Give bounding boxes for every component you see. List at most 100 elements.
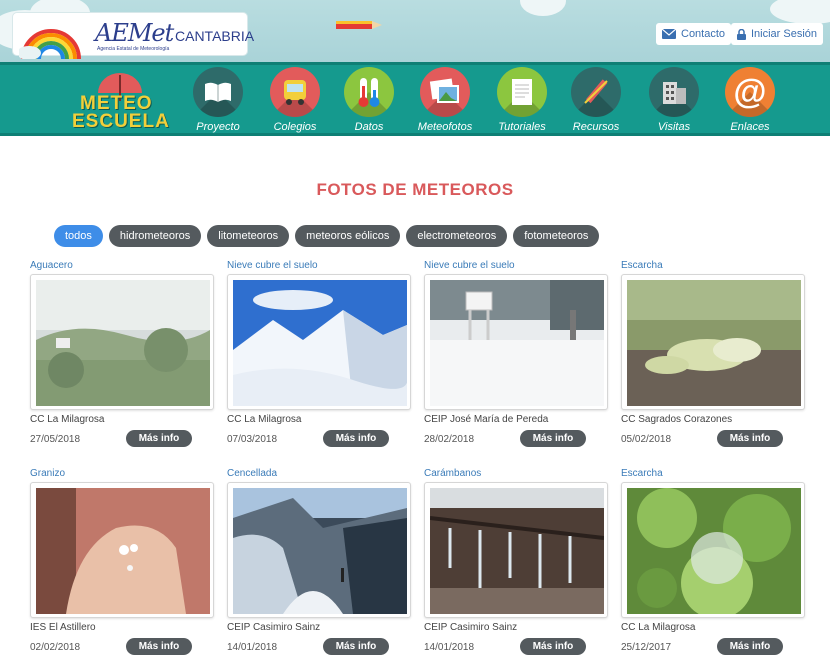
photo-date: 07/03/2018 (227, 434, 278, 445)
photo-category[interactable]: Escarcha (621, 468, 663, 479)
photo-image (627, 280, 801, 406)
contact-button[interactable]: Contacto (656, 23, 732, 45)
filter-litometeoros[interactable]: litometeoros (207, 225, 290, 247)
photo-card: Granizo IES El Astillero 02/02/2018 Más … (30, 468, 214, 658)
photo-school: CEIP Casimiro Sainz (227, 622, 321, 633)
more-info-button[interactable]: Más info (520, 638, 586, 655)
photo-thumbnail[interactable] (227, 482, 411, 618)
photo-school: CC La Milagrosa (30, 414, 105, 425)
photo-school: CC La Milagrosa (227, 414, 302, 425)
photo-date: 28/02/2018 (424, 434, 475, 445)
photo-card: Escarcha CC Sagrados Corazones 05/02/201… (621, 260, 805, 450)
pencil-decoration-icon (336, 21, 382, 29)
nav-label: Tutoriales (498, 121, 546, 133)
nav-item-enlaces[interactable]: @ Enlaces (712, 67, 788, 137)
more-info-button[interactable]: Más info (126, 430, 192, 447)
photo-date: 27/05/2018 (30, 434, 81, 445)
nav-label: Proyecto (196, 121, 240, 133)
photo-card: Nieve cubre el suelo CC La Milagrosa 07/… (227, 260, 411, 450)
photo-category[interactable]: Granizo (30, 468, 65, 479)
more-info-button[interactable]: Más info (323, 638, 389, 655)
photo-thumbnail[interactable] (621, 482, 805, 618)
nav-item-meteofotos[interactable]: Meteofotos (407, 67, 483, 137)
photo-image (627, 488, 801, 614)
filter-meteoros-eolicos[interactable]: meteoros eólicos (295, 225, 401, 247)
photo-image (430, 488, 604, 614)
photo-category[interactable]: Carámbanos (424, 468, 481, 479)
meteoescuela-logo[interactable]: METEO ESCUELA (72, 71, 172, 132)
nav-item-colegios[interactable]: Colegios (257, 67, 333, 137)
photo-thumbnail[interactable] (30, 274, 214, 410)
photo-date: 05/02/2018 (621, 434, 672, 445)
photo-card: Escarcha CC La Milagrosa 25/12/2017 Más … (621, 468, 805, 658)
photo-card: Nieve cubre el suelo CEIP José María de … (424, 260, 608, 450)
photo-thumbnail[interactable] (424, 274, 608, 410)
photo-image (36, 280, 210, 406)
nav-item-recursos[interactable]: Recursos (558, 67, 634, 137)
photo-date: 02/02/2018 (30, 642, 81, 653)
logo-text-escuela: ESCUELA (72, 111, 170, 132)
nav-label: Colegios (273, 121, 317, 133)
brand-name: AEMet (95, 19, 174, 47)
photo-category[interactable]: Aguacero (30, 260, 73, 271)
photo-card: Carámbanos CEIP Casimiro Sainz 14/01/201… (424, 468, 608, 658)
photo-category[interactable]: Nieve cubre el suelo (227, 260, 318, 271)
more-info-button[interactable]: Más info (717, 638, 783, 655)
filter-todos[interactable]: todos (54, 225, 103, 247)
nav-label: Recursos (572, 121, 620, 133)
login-button[interactable]: Iniciar Sesión (731, 23, 824, 45)
photo-card: Cencellada CEIP Casimiro Sainz 14/01/201… (227, 468, 411, 658)
page-title: FOTOS DE METEOROS (316, 180, 514, 199)
photo-thumbnail[interactable] (30, 482, 214, 618)
rainbow-icon (19, 29, 81, 59)
contact-label: Contacto (681, 28, 726, 40)
filter-bar: todos hidrometeoros litometeoros meteoro… (54, 225, 600, 247)
photo-card: Aguacero CC La Milagrosa 27/05/2018 Más … (30, 260, 214, 450)
filter-fotometeoros[interactable]: fotometeoros (513, 225, 600, 247)
region-name: CANTABRIA (175, 28, 255, 44)
school-bus-icon (270, 67, 320, 117)
photo-school: CC Sagrados Corazones (621, 414, 733, 425)
thermometer-icon (344, 67, 394, 117)
nav-label: Visitas (657, 121, 691, 133)
at-icon: @ (725, 67, 775, 117)
cloud-decoration (770, 0, 830, 24)
top-bar: AEMet Agencia Estatal de Meteorología CA… (0, 0, 830, 62)
lock-icon (737, 28, 746, 40)
nav-item-proyecto[interactable]: Proyecto (180, 67, 256, 137)
photo-category[interactable]: Nieve cubre el suelo (424, 260, 515, 271)
nav-label: Datos (354, 121, 384, 133)
photo-thumbnail[interactable] (621, 274, 805, 410)
photo-category[interactable]: Escarcha (621, 260, 663, 271)
filter-hidrometeoros[interactable]: hidrometeoros (108, 225, 202, 247)
photo-school: CEIP Casimiro Sainz (424, 622, 518, 633)
more-info-button[interactable]: Más info (717, 430, 783, 447)
photo-school: CC La Milagrosa (621, 622, 696, 633)
envelope-icon (662, 29, 676, 39)
aemet-logo[interactable]: AEMet Agencia Estatal de Meteorología CA… (12, 12, 254, 59)
more-info-button[interactable]: Más info (520, 430, 586, 447)
photo-thumbnail[interactable] (424, 482, 608, 618)
photo-date: 14/01/2018 (424, 642, 475, 653)
more-info-button[interactable]: Más info (323, 430, 389, 447)
login-label: Iniciar Sesión (751, 28, 818, 40)
nav-item-visitas[interactable]: Visitas (636, 67, 712, 137)
photo-image (430, 280, 604, 406)
nav-item-datos[interactable]: Datos (331, 67, 407, 137)
filter-electrometeoros[interactable]: electrometeoros (406, 225, 508, 247)
photo-date: 14/01/2018 (227, 642, 278, 653)
photos-icon (420, 67, 470, 117)
more-info-button[interactable]: Más info (126, 638, 192, 655)
photo-thumbnail[interactable] (227, 274, 411, 410)
nav-item-tutoriales[interactable]: Tutoriales (484, 67, 560, 137)
photo-image (36, 488, 210, 614)
building-icon (649, 67, 699, 117)
photo-category[interactable]: Cencellada (227, 468, 277, 479)
nav-label: Meteofotos (417, 121, 473, 133)
photo-image (233, 280, 407, 406)
document-icon (497, 67, 547, 117)
main-nav: METEO ESCUELA Proyecto Colegios Datos Me… (0, 62, 830, 136)
photo-school: CEIP José María de Pereda (424, 414, 549, 425)
cloud-decoration (520, 0, 566, 16)
book-icon (193, 67, 243, 117)
